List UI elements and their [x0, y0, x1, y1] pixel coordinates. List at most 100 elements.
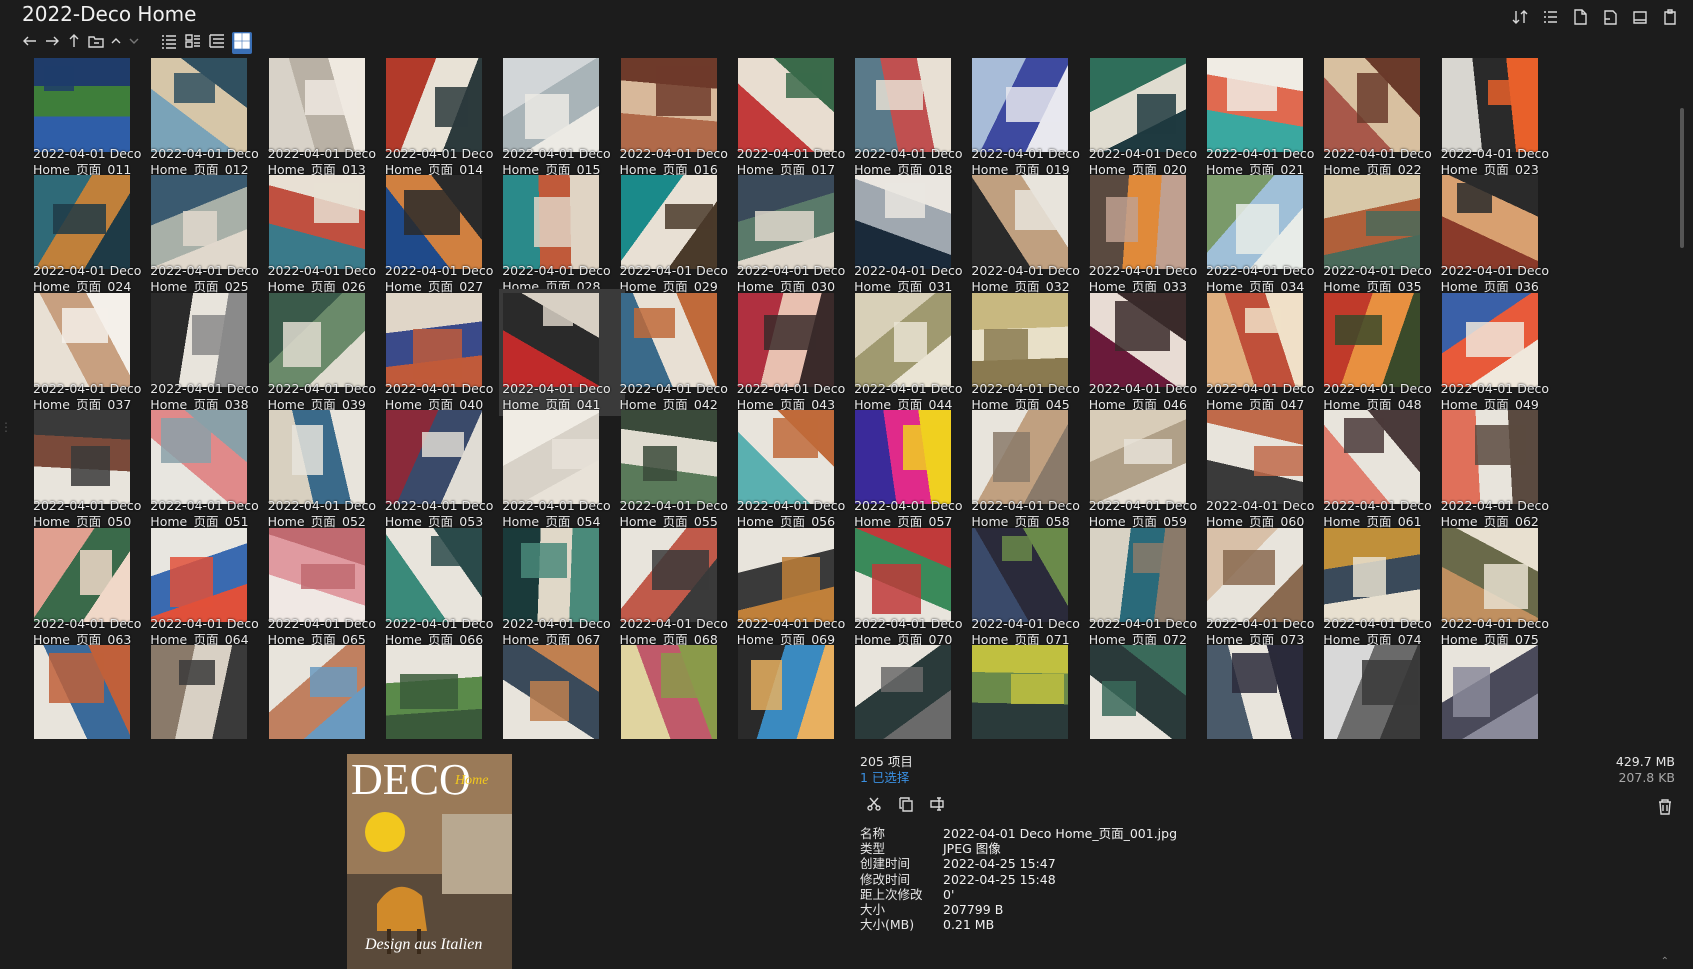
thumbnail-item[interactable]: 2022-04-01 Deco Home_页面_072: [1086, 524, 1212, 651]
cut-icon[interactable]: [866, 796, 882, 816]
forward-arrow-icon[interactable]: [44, 33, 60, 53]
resize-grip-icon[interactable]: ⌃: [1661, 956, 1669, 967]
thumbnail-item[interactable]: 2022-04-01 Deco Home_页面_047: [1203, 289, 1329, 416]
thumbnail-item[interactable]: 2022-04-01 Deco Home_页面_037: [30, 289, 156, 416]
thumbnail-item[interactable]: 2022-04-01 Deco Home_页面_075: [1438, 524, 1564, 651]
thumbnail-item[interactable]: [617, 641, 743, 750]
thumbnail-item[interactable]: 2022-04-01 Deco Home_页面_070: [851, 524, 977, 651]
thumbnail-item[interactable]: 2022-04-01 Deco Home_页面_031: [851, 171, 977, 298]
thumbnail-item[interactable]: 2022-04-01 Deco Home_页面_033: [1086, 171, 1212, 298]
chevron-down-icon[interactable]: [128, 33, 140, 53]
new-folder-icon[interactable]: [1601, 8, 1619, 26]
thumbnail-item[interactable]: 2022-04-01 Deco Home_页面_069: [734, 524, 860, 651]
left-scroll-handle[interactable]: ⋮: [0, 420, 14, 480]
thumbnail-item[interactable]: 2022-04-01 Deco Home_页面_062: [1438, 406, 1564, 533]
thumbnail-item[interactable]: 2022-04-01 Deco Home_页面_042: [617, 289, 743, 416]
thumbnail-item[interactable]: 2022-04-01 Deco Home_页面_060: [1203, 406, 1329, 533]
thumbnail-item[interactable]: [1086, 641, 1212, 750]
thumbnail-item[interactable]: 2022-04-01 Deco Home_页面_074: [1320, 524, 1446, 651]
thumbnail-item[interactable]: 2022-04-01 Deco Home_页面_026: [265, 171, 391, 298]
thumbnail-item[interactable]: 2022-04-01 Deco Home_页面_025: [147, 171, 273, 298]
thumbnail-item[interactable]: 2022-04-01 Deco Home_页面_055: [617, 406, 743, 533]
thumbnail-item[interactable]: 2022-04-01 Deco Home_页面_056: [734, 406, 860, 533]
thumbnail-item[interactable]: 2022-04-01 Deco Home_页面_034: [1203, 171, 1329, 298]
thumbnail-item[interactable]: 2022-04-01 Deco Home_页面_073: [1203, 524, 1329, 651]
thumbnail-item[interactable]: 2022-04-01 Deco Home_页面_028: [499, 171, 625, 298]
thumbnail-item[interactable]: [968, 641, 1094, 750]
thumbnail-item[interactable]: 2022-04-01 Deco Home_页面_043: [734, 289, 860, 416]
thumbnail-item[interactable]: [30, 641, 156, 750]
thumbnail-item[interactable]: 2022-04-01 Deco Home_页面_041: [499, 288, 626, 416]
tree-view-icon[interactable]: [208, 32, 226, 54]
thumbnail-item[interactable]: 2022-04-01 Deco Home_页面_018: [851, 56, 977, 181]
thumbnail-item[interactable]: 2022-04-01 Deco Home_页面_024: [30, 171, 156, 298]
thumbnail-item[interactable]: 2022-04-01 Deco Home_页面_064: [147, 524, 273, 651]
thumbnail-item[interactable]: 2022-04-01 Deco Home_页面_051: [147, 406, 273, 533]
thumbnail-item[interactable]: 2022-04-01 Deco Home_页面_036: [1438, 171, 1564, 298]
thumbnail-item[interactable]: 2022-04-01 Deco Home_页面_019: [968, 56, 1094, 181]
thumbnail-item[interactable]: [147, 641, 273, 750]
scrollbar-thumb[interactable]: [1680, 108, 1684, 248]
thumbnail-item[interactable]: 2022-04-01 Deco Home_页面_049: [1438, 289, 1564, 416]
thumbnail-item[interactable]: 2022-04-01 Deco Home_页面_068: [617, 524, 743, 651]
thumbnail-item[interactable]: 2022-04-01 Deco Home_页面_040: [382, 289, 508, 416]
thumbnail-item[interactable]: 2022-04-01 Deco Home_页面_058: [968, 406, 1094, 533]
thumbnail-item[interactable]: 2022-04-01 Deco Home_页面_048: [1320, 289, 1446, 416]
thumbnail-item[interactable]: 2022-04-01 Deco Home_页面_061: [1320, 406, 1446, 533]
thumbnail-item[interactable]: 2022-04-01 Deco Home_页面_035: [1320, 171, 1446, 298]
thumbnail-item[interactable]: 2022-04-01 Deco Home_页面_011: [30, 56, 156, 181]
back-arrow-icon[interactable]: [22, 33, 38, 53]
details-view-icon[interactable]: [160, 32, 178, 54]
selected-count[interactable]: 1 已选择: [860, 770, 913, 786]
thumbnail-item[interactable]: 2022-04-01 Deco Home_页面_050: [30, 406, 156, 533]
thumbnail-item[interactable]: 2022-04-01 Deco Home_页面_021: [1203, 56, 1329, 181]
thumbnail-item[interactable]: 2022-04-01 Deco Home_页面_013: [265, 56, 391, 181]
thumbnail-item[interactable]: 2022-04-01 Deco Home_页面_059: [1086, 406, 1212, 533]
thumbnail-item[interactable]: 2022-04-01 Deco Home_页面_023: [1438, 56, 1564, 181]
thumbnail-view-icon[interactable]: [232, 32, 252, 54]
thumbnail-item[interactable]: 2022-04-01 Deco Home_页面_022: [1320, 56, 1446, 181]
thumbnail-item[interactable]: 2022-04-01 Deco Home_页面_054: [499, 406, 625, 533]
thumbnail-item[interactable]: 2022-04-01 Deco Home_页面_015: [499, 56, 625, 181]
thumbnail-item[interactable]: 2022-04-01 Deco Home_页面_045: [968, 289, 1094, 416]
thumbnail-item[interactable]: [851, 641, 977, 750]
thumbnail-item[interactable]: 2022-04-01 Deco Home_页面_030: [734, 171, 860, 298]
chevron-up-icon[interactable]: [110, 33, 122, 53]
thumbnail-item[interactable]: [1203, 641, 1329, 750]
thumbnail-item[interactable]: 2022-04-01 Deco Home_页面_014: [382, 56, 508, 181]
list-view-icon[interactable]: [184, 32, 202, 54]
new-file-icon[interactable]: [1571, 8, 1589, 26]
thumbnail-item[interactable]: [265, 641, 391, 750]
delete-icon[interactable]: [1657, 798, 1673, 820]
thumbnail-item[interactable]: 2022-04-01 Deco Home_页面_017: [734, 56, 860, 181]
thumbnail-item[interactable]: 2022-04-01 Deco Home_页面_053: [382, 406, 508, 533]
thumbnail-item[interactable]: 2022-04-01 Deco Home_页面_052: [265, 406, 391, 533]
copy-icon[interactable]: [898, 796, 914, 816]
rename-icon[interactable]: [930, 796, 948, 816]
thumbnail-item[interactable]: [499, 641, 625, 750]
thumbnail-item[interactable]: 2022-04-01 Deco Home_页面_029: [617, 171, 743, 298]
clipboard-icon[interactable]: [1661, 8, 1679, 26]
thumbnail-item[interactable]: 2022-04-01 Deco Home_页面_071: [968, 524, 1094, 651]
sort-icon[interactable]: [1511, 8, 1529, 26]
thumbnail-item[interactable]: 2022-04-01 Deco Home_页面_067: [499, 524, 625, 651]
up-arrow-icon[interactable]: [66, 33, 82, 53]
list-view-icon[interactable]: [1541, 8, 1559, 26]
thumbnail-item[interactable]: 2022-04-01 Deco Home_页面_063: [30, 524, 156, 651]
thumbnail-item[interactable]: 2022-04-01 Deco Home_页面_066: [382, 524, 508, 651]
open-folder-icon[interactable]: [88, 33, 104, 53]
thumbnail-item[interactable]: [1438, 641, 1564, 750]
thumbnail-item[interactable]: [382, 641, 508, 750]
thumbnail-item[interactable]: 2022-04-01 Deco Home_页面_044: [851, 289, 977, 416]
thumbnail-item[interactable]: 2022-04-01 Deco Home_页面_038: [147, 289, 273, 416]
thumbnail-item[interactable]: [1320, 641, 1446, 750]
thumbnail-item[interactable]: 2022-04-01 Deco Home_页面_020: [1086, 56, 1212, 181]
thumbnail-item[interactable]: 2022-04-01 Deco Home_页面_027: [382, 171, 508, 298]
copy-window-icon[interactable]: [1631, 8, 1649, 26]
thumbnail-item[interactable]: 2022-04-01 Deco Home_页面_065: [265, 524, 391, 651]
thumbnail-item[interactable]: 2022-04-01 Deco Home_页面_039: [265, 289, 391, 416]
vertical-scrollbar[interactable]: [1679, 56, 1687, 746]
thumbnail-item[interactable]: 2022-04-01 Deco Home_页面_012: [147, 56, 273, 181]
thumbnail-item[interactable]: 2022-04-01 Deco Home_页面_046: [1086, 289, 1212, 416]
thumbnail-item[interactable]: 2022-04-01 Deco Home_页面_057: [851, 406, 977, 533]
